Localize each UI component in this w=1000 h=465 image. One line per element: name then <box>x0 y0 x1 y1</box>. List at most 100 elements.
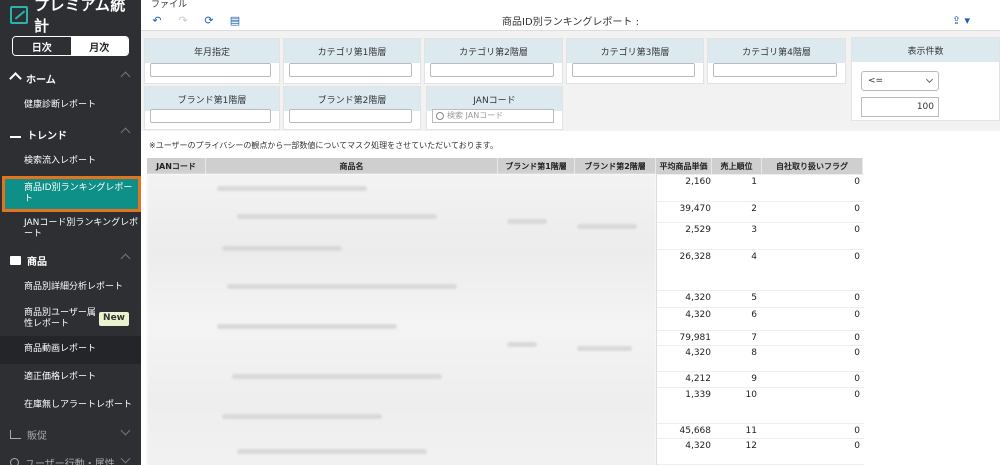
sidebar-item-product-video[interactable]: 商品動画レポート <box>0 336 141 364</box>
own-flag-cell: 0 <box>854 293 860 303</box>
column-header[interactable]: ブランド第1階層 <box>498 158 575 174</box>
sidebar-item-label: 商品別ユーザー属性レポート <box>24 307 96 329</box>
masked-data-area <box>147 174 656 465</box>
sidebar-item-fair-price[interactable]: 適正価格レポート <box>0 364 141 392</box>
brand[interactable]: プレミアム統計 <box>0 0 141 35</box>
redo-icon[interactable]: ↷ <box>173 13 193 29</box>
jan-search-input[interactable]: 検索 JANコード <box>432 109 554 123</box>
undo-icon[interactable]: ↶ <box>147 13 167 29</box>
filter-category-3: カテゴリ第3階層 <box>566 38 704 84</box>
avg-price-cell: 2,529 <box>685 225 711 235</box>
sidebar-item-product-detail[interactable]: 商品別詳細分析レポート <box>0 274 141 302</box>
category-3-dropdown[interactable] <box>572 63 695 77</box>
period-toggle: 日次 月次 <box>12 36 129 56</box>
chart-icon <box>10 429 21 439</box>
sidebar-section-label: ホーム <box>26 74 56 86</box>
sidebar-section-label: トレンド <box>27 130 67 142</box>
rank-cell: 5 <box>751 293 757 303</box>
rank-cell: 7 <box>751 333 757 343</box>
period-day-button[interactable]: 日次 <box>13 37 71 55</box>
numeric-columns: 2,160 1 0 39,470 2 0 2,529 3 0 26,328 4 0 4,320 5 0 4,3… <box>656 174 864 465</box>
filter-label: 年月指定 <box>145 39 279 63</box>
rank-cell: 4 <box>751 252 757 262</box>
column-header[interactable]: 平均商品単価 <box>656 158 712 174</box>
user-icon <box>10 457 19 465</box>
table-row[interactable]: 4,320 8 0 <box>657 345 864 361</box>
avg-price-cell: 79,981 <box>679 333 712 343</box>
filter-label: ブランド第1階層 <box>145 87 279 111</box>
filter-year-month: 年月指定 <box>144 38 280 84</box>
export-icon[interactable]: ⇪ ▾ <box>952 14 970 27</box>
column-header[interactable]: 売上順位 <box>712 158 762 174</box>
chevron-down-icon <box>120 453 131 464</box>
own-flag-cell: 0 <box>854 204 860 214</box>
sidebar-item-search-inflow[interactable]: 検索流入レポート <box>0 148 141 176</box>
privacy-notice: ※ユーザーのプライバシーの観点から一部数値についてマスク処理をさせていただいてお… <box>149 141 498 150</box>
table-row[interactable]: 2,160 1 0 <box>657 174 864 190</box>
column-header[interactable]: ブランド第2階層 <box>575 158 656 174</box>
sidebar-section-promo[interactable]: 販促 <box>0 420 141 448</box>
sidebar-section-home[interactable]: ホーム <box>0 64 141 92</box>
table-row[interactable]: 39,470 2 0 <box>657 201 864 217</box>
table-row[interactable]: 4,320 5 0 <box>657 290 864 306</box>
table-row[interactable]: 79,981 7 0 <box>657 330 864 346</box>
filter-category-1: カテゴリ第1階層 <box>283 38 421 84</box>
filter-label: JANコード <box>427 87 562 111</box>
own-flag-cell: 0 <box>854 441 860 451</box>
own-flag-cell: 0 <box>854 252 860 262</box>
sidebar-item-jan-ranking[interactable]: JANコード別ランキングレポート <box>0 212 141 246</box>
chevron-up-icon <box>120 253 131 264</box>
brand-2-dropdown[interactable] <box>289 109 412 123</box>
table-row[interactable]: 26,328 4 0 <box>657 249 864 265</box>
column-header[interactable]: 商品名 <box>206 158 498 174</box>
filter-jan-code: JANコード 検索 JANコード <box>426 86 563 130</box>
category-1-dropdown[interactable] <box>289 63 412 77</box>
menubar: ファイル <box>141 0 1000 11</box>
display-count-input[interactable]: 100 <box>861 97 939 117</box>
filter-category-2: カテゴリ第2階層 <box>424 38 563 84</box>
table-row[interactable]: 4,320 6 0 <box>657 307 864 323</box>
rank-cell: 11 <box>745 426 757 436</box>
year-month-dropdown[interactable] <box>150 63 271 77</box>
period-month-button[interactable]: 月次 <box>70 37 128 55</box>
brand-name: プレミアム統計 <box>33 0 126 35</box>
table-row[interactable]: 2,529 3 0 <box>657 222 864 238</box>
rank-cell: 12 <box>745 441 757 451</box>
table-row[interactable]: 4,212 9 0 <box>657 371 864 387</box>
column-header[interactable]: JANコード <box>147 158 206 174</box>
sidebar-section-trend[interactable]: トレンド <box>0 120 141 148</box>
avg-price-cell: 1,339 <box>685 390 711 400</box>
filter-brand-1: ブランド第1階層 <box>144 86 280 130</box>
sidebar-item-out-of-stock[interactable]: 在庫無しアラートレポート <box>0 392 141 420</box>
avg-price-cell: 4,320 <box>685 441 711 451</box>
sidebar-item-health-check[interactable]: 健康診断レポート <box>0 92 141 120</box>
chevron-up-icon <box>120 71 131 82</box>
file-menu[interactable]: ファイル <box>151 0 187 10</box>
rank-cell: 9 <box>751 374 757 384</box>
toolbar: ↶ ↷ ⟳ ▤ 商品ID別ランキングレポート : ⇪ ▾ <box>141 11 1000 31</box>
own-flag-cell: 0 <box>854 348 860 358</box>
sidebar-section-label: ユーザー行動・属性 <box>25 458 115 465</box>
filter-category-4: カテゴリ第4階層 <box>707 38 846 84</box>
pause-updates-icon[interactable]: ▤ <box>225 13 245 29</box>
sidebar-item-product-user-attr[interactable]: 商品別ユーザー属性レポート New <box>0 302 141 336</box>
table-row[interactable]: 4,320 12 0 <box>657 438 864 454</box>
sidebar: プレミアム統計 日次 月次 ホーム 健康診断レポート トレンド 検索流入レポート… <box>0 0 141 465</box>
brand-1-dropdown[interactable] <box>150 109 271 123</box>
own-flag-cell: 0 <box>854 333 860 343</box>
filter-label: カテゴリ第3階層 <box>567 39 703 63</box>
sidebar-section-label: 商品 <box>27 256 47 268</box>
operator-select[interactable]: <= <box>861 71 939 91</box>
ranking-table: JANコード 商品名 ブランド第1階層 ブランド第2階層 平均商品単価 売上順位… <box>147 158 864 465</box>
table-row[interactable]: 45,668 11 0 <box>657 423 864 439</box>
sidebar-section-products[interactable]: 商品 <box>0 246 141 274</box>
trend-icon <box>10 130 21 138</box>
category-4-dropdown[interactable] <box>713 63 837 77</box>
table-row[interactable]: 1,339 10 0 <box>657 387 864 403</box>
category-2-dropdown[interactable] <box>430 63 554 77</box>
sidebar-section-user[interactable]: ユーザー行動・属性 <box>0 448 141 465</box>
column-header[interactable]: 自社取り扱いフラグ <box>762 158 863 174</box>
refresh-icon[interactable]: ⟳ <box>199 13 219 29</box>
report-title: 商品ID別ランキングレポート : <box>502 17 639 28</box>
sidebar-item-product-id-ranking[interactable]: 商品ID別ランキングレポート <box>2 176 141 212</box>
